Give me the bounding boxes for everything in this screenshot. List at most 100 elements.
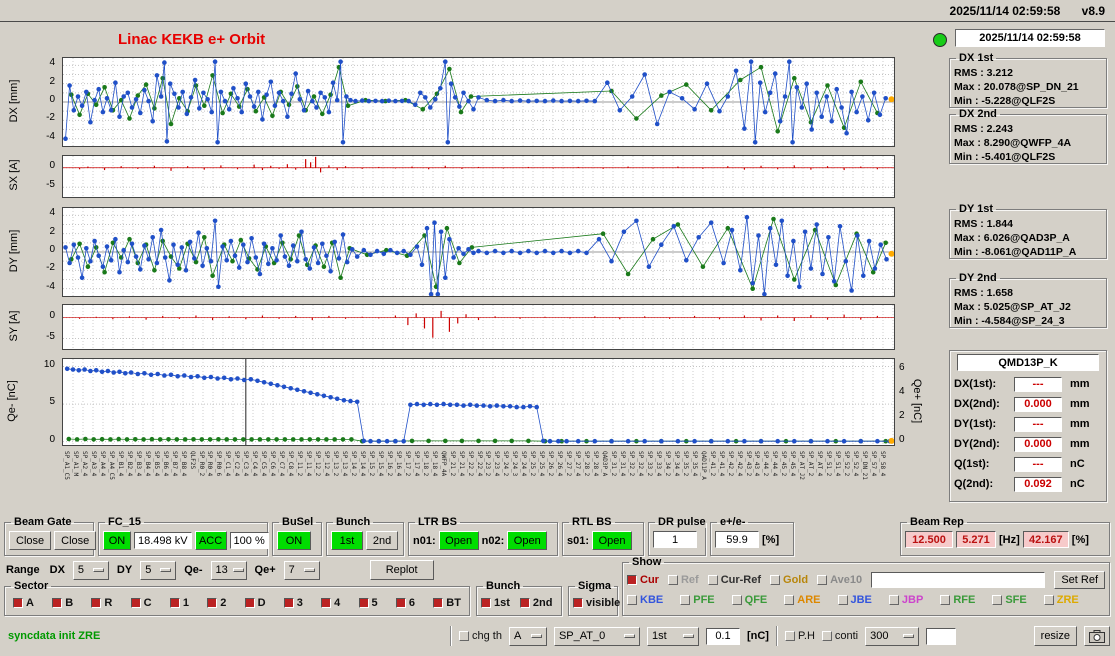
sigma-visible-checkbox[interactable]: visible [573,597,620,609]
sector-b-checkbox[interactable]: B [52,597,73,609]
sy-steering-plot[interactable] [62,304,895,350]
checkbox-label: Ave10 [830,574,863,586]
show-are-checkbox[interactable]: ARE [784,594,821,606]
n01-open-button[interactable]: Open [438,531,479,550]
checkbox-label: R [104,597,113,609]
sector-group: Sector A B R C 1 2 D 3 4 5 6 BT [4,580,470,616]
checkbox-square [52,598,63,608]
checkbox-label: 2nd [532,597,553,609]
beam-rep-value-1: 12.500 [905,531,953,548]
bpm-label: SP_21_2 [448,451,456,477]
dy-1st-stats-panel: DY 1st RMS : 1.844 Max : 6.026@QAD3P_A M… [949,203,1107,259]
n02-open-button[interactable]: Open [507,531,548,550]
top-bar: 2025/11/14 02:59:58 v8.9 [0,0,1115,21]
charge-plot[interactable] [62,358,895,446]
sector-d-checkbox[interactable]: D [244,597,266,609]
sector-4-checkbox[interactable]: 4 [321,597,340,609]
bunch-1st-button[interactable]: 1st [331,531,363,550]
checkbox-square [707,575,718,585]
ph-checkbox[interactable]: P.H [784,630,815,642]
bunch-1st-checkbox[interactable]: 1st [481,597,510,609]
checkbox-label: PFE [693,594,715,606]
camera-button[interactable] [1084,626,1110,646]
bunch-select-dropdown[interactable]: 1st [646,626,699,646]
stat-max: Max : 6.026@QAD3P_A [954,232,1070,244]
mode-a-dropdown[interactable]: A [508,626,547,646]
sx-steering-plot[interactable] [62,155,895,198]
show-pfe-checkbox[interactable]: PFE [680,594,715,606]
stat-rms: RMS : 3.212 [954,67,1013,79]
beam-gate-close-1-button[interactable]: Close [9,531,52,550]
beam-gate-close-2-button[interactable]: Close [54,531,97,550]
range-dx-dropdown[interactable]: 5 [72,560,109,580]
checkbox-label: ARE [797,594,821,606]
show-jbe-checkbox[interactable]: JBE [837,594,872,606]
s01-open-button[interactable]: Open [592,531,633,550]
sector-r-checkbox[interactable]: R [91,597,112,609]
conti-label: conti [834,630,859,642]
aux-input[interactable] [926,627,957,645]
dy-orbit-plot[interactable] [62,207,895,297]
show-ave10-checkbox[interactable]: Ave10 [817,574,862,586]
show-gold-checkbox[interactable]: Gold [770,574,808,586]
bpm-label: SP_51_2 [825,451,833,477]
sector-c-checkbox[interactable]: C [130,597,152,609]
set-ref-input[interactable] [871,572,1046,588]
bunch-2nd-button[interactable]: 2nd [366,531,398,550]
qe-y2tick-gutter: 6 4 2 0 [897,358,913,446]
show-jbp-checkbox[interactable]: JBP [888,594,923,606]
fc15-acc-button[interactable]: ACC [194,531,227,550]
sector-1-checkbox[interactable]: 1 [169,597,189,609]
show-curref-checkbox[interactable]: Cur-Ref [707,574,761,586]
resize-button[interactable]: resize [1033,626,1077,646]
bpm-label: SP_41_4 [717,451,725,477]
sector-a-checkbox[interactable]: A [13,597,34,609]
checkbox-label: Gold [783,574,809,586]
show-kbe-checkbox[interactable]: KBE [627,594,663,606]
bpm-label: SP_24_3 [511,451,519,477]
dx-orbit-plot[interactable] [62,57,895,147]
bpm-label: SP_A2_4 [80,451,88,477]
status-indicator-led [933,33,947,47]
dy-2nd-stats-panel: DY 2nd RMS : 1.658 Max : 5.025@SP_AT_J2 … [949,272,1107,328]
conti-checkbox[interactable]: conti [821,630,859,642]
bpm-label: SP_17_2 [403,451,411,477]
page-title: Linac KEKB e+ Orbit [118,31,266,48]
show-cur-checkbox[interactable]: Cur [627,574,659,586]
show-sfe-checkbox[interactable]: SFE [992,594,1027,606]
show-zre-checkbox[interactable]: ZRE [1043,594,1079,606]
range-qe-dropdown[interactable]: 13 [210,560,247,580]
show-rfe-checkbox[interactable]: RFE [940,594,975,606]
y-tick-label: 2 [49,75,55,87]
checkbox-label: SFE [1005,594,1027,606]
average-count-dropdown[interactable]: 300 [865,626,920,646]
y-tick-label: 5 [49,396,55,408]
threshold-input[interactable]: 0.1 [705,627,740,645]
sector-3-checkbox[interactable]: 3 [283,597,303,609]
busel-on-button[interactable]: ON [277,531,311,550]
sector-2-checkbox[interactable]: 2 [207,597,226,609]
bpm-label: SP_58_4 [879,451,887,477]
fc15-on-button[interactable]: ON [103,531,131,550]
set-ref-button[interactable]: Set Ref [1054,571,1105,589]
bpm-label: SP_13_2 [332,451,340,477]
sector-6-checkbox[interactable]: 6 [395,597,415,609]
version-label: v8.9 [1081,4,1105,18]
replot-button[interactable]: Replot [369,560,434,580]
bunch-2nd-checkbox[interactable]: 2nd [519,597,553,609]
range-qe-dropdown[interactable]: 7 [283,560,320,580]
range-dy-dropdown[interactable]: 5 [140,560,177,580]
bpm-label: SP_16_2 [385,451,393,477]
sector-5-checkbox[interactable]: 5 [358,597,378,609]
bpm-label: SP_43_2 [744,451,752,477]
show-qfe-checkbox[interactable]: QFE [731,594,767,606]
sector-bt-checkbox[interactable]: BT [433,597,461,609]
bpm-select-dropdown[interactable]: SP_AT_0 [553,626,640,646]
chg-th-checkbox[interactable]: chg th [459,630,502,642]
bpm-label: SP_R0_2 [197,451,205,477]
qmd-row-label: DX(1st): [954,378,997,390]
checkbox-label: Cur [640,574,659,586]
range-label: Range [6,564,40,576]
show-ref-checkbox[interactable]: Ref [667,574,699,586]
bpm-label: SP_33_4 [654,451,662,477]
